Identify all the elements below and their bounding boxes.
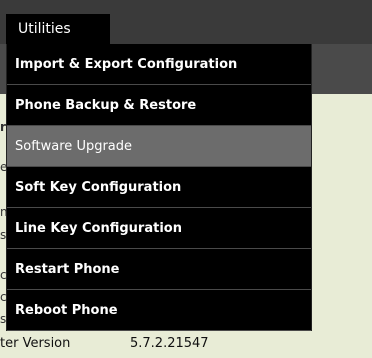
top-navbar: Utilities: [0, 0, 372, 44]
version-value: 5.7.2.21547: [130, 336, 209, 351]
menu-item-import-export-configuration[interactable]: Import & Export Configuration: [7, 44, 311, 85]
version-label: ter Version: [0, 336, 71, 351]
nav-tab-utilities[interactable]: Utilities: [6, 14, 110, 44]
menu-item-soft-key-configuration[interactable]: Soft Key Configuration: [7, 167, 311, 208]
menu-item-phone-backup-restore[interactable]: Phone Backup & Restore: [7, 85, 311, 126]
menu-item-software-upgrade[interactable]: Software Upgrade: [7, 126, 311, 167]
menu-item-reboot-phone[interactable]: Reboot Phone: [7, 290, 311, 331]
utilities-dropdown-menu: Import & Export Configuration Phone Back…: [6, 44, 312, 331]
menu-item-line-key-configuration[interactable]: Line Key Configuration: [7, 208, 311, 249]
menu-item-restart-phone[interactable]: Restart Phone: [7, 249, 311, 290]
